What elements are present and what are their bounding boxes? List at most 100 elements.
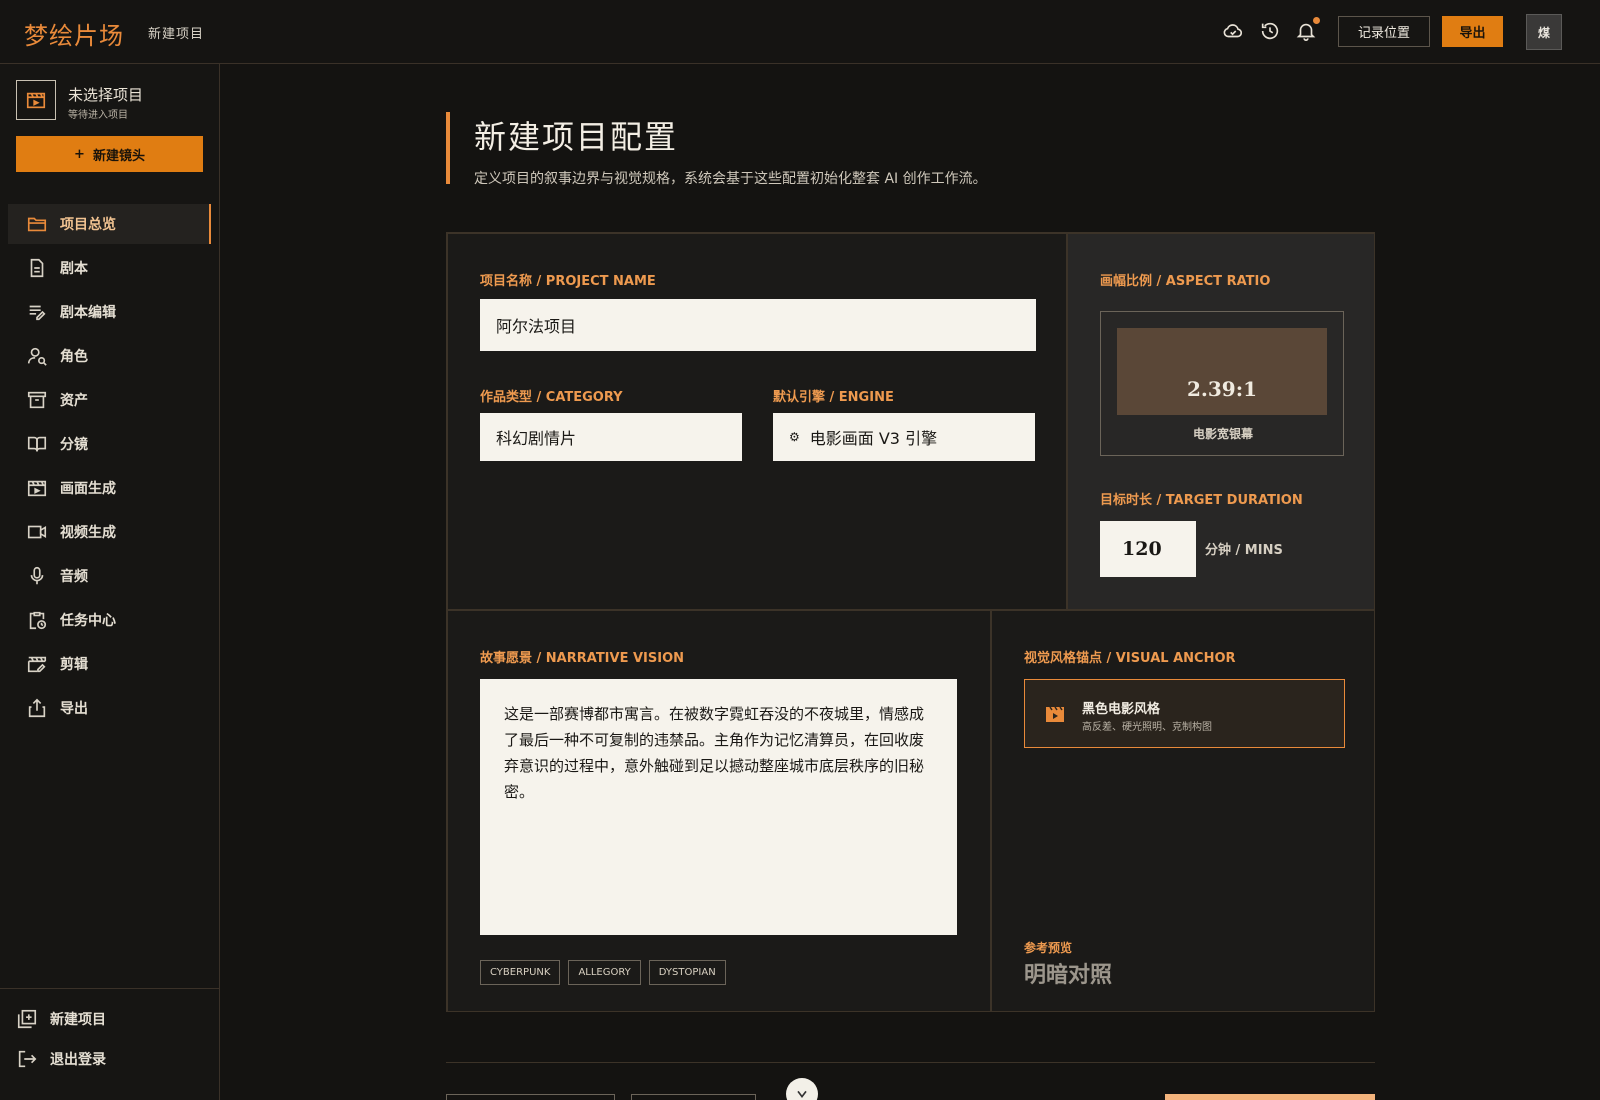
visual-anchor-section: 视觉风格锚点 / VISUAL ANCHOR 黑色电影风格 高反差、硬光照明、克… [991, 610, 1375, 1012]
sidebar-item-label: 项目总览 [60, 217, 116, 233]
category-select[interactable]: 科幻剧情片 [480, 413, 742, 461]
sidebar-item-label: 分镜 [60, 437, 88, 453]
reference-preview-label: 参考预览 [1024, 941, 1073, 955]
clipboard-clock-icon [29, 611, 47, 630]
plus-icon: + [74, 146, 85, 162]
sidebar-nav: 项目总览 剧本 剧本编辑 角色 资产 分镜 画面生成 视频生成 音频 任务中心 … [8, 204, 211, 732]
sidebar-item-video-gen[interactable]: 视频生成 [8, 512, 211, 552]
sidebar-bottom: 新建项目 退出登录 [0, 988, 219, 1077]
sidebar-item-export[interactable]: 导出 [8, 688, 211, 728]
chevron-down-icon [797, 1090, 807, 1099]
page-header: 新建项目配置 定义项目的叙事边界与视觉规格，系统会基于这些配置初始化整套 AI … [446, 112, 987, 187]
sidebar-item-label: 视频生成 [60, 525, 116, 541]
tag-allegory[interactable]: ALLEGORY [568, 960, 641, 985]
visual-anchor-label: 视觉风格锚点 / VISUAL ANCHOR [1024, 651, 1236, 666]
clapperboard-edit-icon [27, 656, 47, 673]
duration-unit: 分钟 / MINS [1205, 543, 1283, 558]
engine-select[interactable]: ⚙ 电影画面 V3 引擎 [773, 413, 1035, 461]
record-position-button[interactable]: 记录位置 [1338, 16, 1430, 47]
document-icon [30, 258, 44, 278]
new-project-label: 新建项目 [50, 1012, 106, 1028]
footer-button-1[interactable] [446, 1094, 615, 1100]
export-button[interactable]: 导出 [1442, 16, 1503, 47]
sidebar-item-label: 剪辑 [60, 657, 88, 673]
project-name-input[interactable]: 阿尔法项目 [480, 299, 1036, 351]
engine-value: 电影画面 V3 引擎 [809, 429, 938, 448]
sidebar-item-label: 音频 [60, 569, 88, 585]
sidebar-item-label: 任务中心 [60, 613, 116, 629]
video-camera-icon [27, 525, 47, 539]
sidebar-item-storyboard[interactable]: 分镜 [8, 424, 211, 464]
sidebar-item-label: 角色 [60, 349, 88, 365]
aspect-ratio-label: 画幅比例 / ASPECT RATIO [1100, 274, 1271, 289]
sidebar-item-script[interactable]: 剧本 [8, 248, 211, 288]
aspect-ratio-selector[interactable]: 2.39:1 电影宽银幕 [1100, 311, 1344, 456]
archive-icon [27, 391, 47, 409]
page-description: 定义项目的叙事边界与视觉规格，系统会基于这些配置初始化整套 AI 创作工作流。 [474, 171, 987, 187]
sidebar-item-label: 导出 [60, 701, 88, 717]
logout-label: 退出登录 [50, 1052, 106, 1068]
sidebar-item-audio[interactable]: 音频 [8, 556, 211, 596]
footer-divider [446, 1062, 1375, 1063]
sidebar: 未选择项目 等待进入项目 + 新建镜头 项目总览 剧本 剧本编辑 角色 资产 分… [0, 64, 220, 1100]
aspect-ratio-preview: 2.39:1 [1117, 328, 1327, 415]
edit-lines-icon [29, 305, 46, 321]
sidebar-item-overview[interactable]: 项目总览 [8, 204, 211, 244]
breadcrumb: 新建项目 [148, 27, 205, 42]
film-icon [1046, 706, 1064, 722]
project-subtitle: 等待进入项目 [68, 110, 128, 121]
visual-anchor-title: 黑色电影风格 [1082, 702, 1161, 717]
narrative-textarea[interactable]: 这是一部赛博都市寓言。在被数字霓虹吞没的不夜城里，情感成了最后一种不可复制的违禁… [480, 679, 957, 935]
format-section: 画幅比例 / ASPECT RATIO 2.39:1 电影宽银幕 目标时长 / … [1067, 233, 1375, 610]
film-icon [27, 480, 47, 497]
footer-primary-button[interactable] [1165, 1094, 1375, 1100]
new-shot-label: 新建镜头 [92, 148, 145, 164]
sidebar-item-editing[interactable]: 剪辑 [8, 644, 211, 684]
aspect-ratio-caption: 电影宽银幕 [1192, 427, 1253, 441]
notification-dot [1313, 17, 1320, 24]
project-name-label: 项目名称 / PROJECT NAME [480, 274, 656, 289]
page-title: 新建项目配置 [474, 118, 679, 156]
share-icon [28, 698, 46, 718]
logout-button[interactable]: 退出登录 [0, 1041, 219, 1077]
project-title: 未选择项目 [68, 86, 144, 104]
book-open-icon [27, 436, 47, 452]
footer-button-2[interactable] [631, 1094, 756, 1100]
sidebar-item-label: 剧本 [60, 261, 88, 277]
visual-anchor-subtitle: 高反差、硬光照明、克制构图 [1082, 722, 1212, 733]
microphone-icon [30, 566, 44, 585]
sidebar-item-image-gen[interactable]: 画面生成 [8, 468, 211, 508]
folder-icon [27, 217, 47, 232]
sidebar-item-label: 资产 [60, 393, 88, 409]
narrative-section: 故事愿景 / NARRATIVE VISION 这是一部赛博都市寓言。在被数字霓… [447, 610, 991, 1012]
bell-icon[interactable] [1293, 17, 1320, 44]
reference-preview-value: 明暗对照 [1024, 962, 1113, 988]
sidebar-item-tasks[interactable]: 任务中心 [8, 600, 211, 640]
project-film-icon [16, 80, 56, 120]
sidebar-item-label: 画面生成 [60, 481, 116, 497]
narrative-label: 故事愿景 / NARRATIVE VISION [480, 651, 685, 666]
new-shot-button[interactable]: + 新建镜头 [16, 136, 203, 172]
tag-dystopian[interactable]: DYSTOPIAN [648, 960, 726, 985]
duration-input[interactable]: 120 [1100, 521, 1196, 577]
sidebar-item-label: 剧本编辑 [60, 305, 116, 321]
top-bar: 梦绘片场 新建项目 记录位置 导出 煤 [0, 0, 1600, 64]
history-icon[interactable] [1257, 18, 1283, 44]
new-project-button[interactable]: 新建项目 [0, 1001, 219, 1037]
visual-anchor-card[interactable]: 黑色电影风格 高反差、硬光照明、克制构图 [1024, 679, 1345, 748]
basic-info-section: 项目名称 / PROJECT NAME 阿尔法项目 作品类型 / CATEGOR… [447, 233, 1067, 610]
brand-logo[interactable]: 梦绘片场 [24, 16, 124, 51]
tag-cyberpunk[interactable]: CYBERPUNK [480, 960, 561, 985]
cloud-check-icon[interactable] [1220, 18, 1246, 44]
scroll-down-button[interactable] [786, 1078, 818, 1100]
category-label: 作品类型 / CATEGORY [480, 390, 623, 405]
logout-icon [18, 1050, 37, 1068]
engine-label: 默认引擎 / ENGINE [773, 390, 894, 405]
sidebar-item-characters[interactable]: 角色 [8, 336, 211, 376]
person-search-icon [27, 347, 47, 366]
sidebar-item-assets[interactable]: 资产 [8, 380, 211, 420]
duration-label: 目标时长 / TARGET DURATION [1100, 493, 1303, 508]
avatar[interactable]: 煤 [1526, 14, 1562, 50]
engine-icon: ⚙ [789, 430, 800, 444]
sidebar-item-script-edit[interactable]: 剧本编辑 [8, 292, 211, 332]
